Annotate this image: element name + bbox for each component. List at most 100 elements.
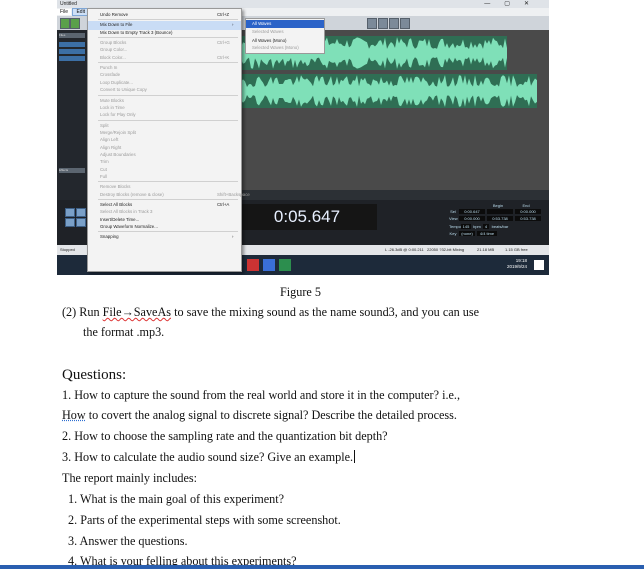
clock-date: 2019/9/24 [506, 264, 527, 269]
status-size: 21.18 MB [477, 247, 495, 252]
view-begin[interactable]: 0:00.000 [459, 216, 485, 221]
mix-down-submenu: All Waves Selected Waves All Waves (Mono… [245, 18, 325, 54]
window-controls[interactable]: —▢✕ [484, 0, 543, 8]
toolbar-button[interactable] [367, 18, 377, 29]
edit-menu-item[interactable]: Snapping › [88, 233, 241, 241]
edit-menu-item[interactable]: Destroy Blocks (remove & close) Shift+Bac… [88, 191, 250, 199]
question-2: 2. How to choose the sampling rate and t… [62, 429, 388, 443]
edit-menu-item[interactable]: Convert to Unique Copy [88, 86, 241, 94]
report-intro: The report mainly includes: [62, 471, 198, 485]
menu-item-label: Destroy Blocks (remove & close) [100, 191, 164, 197]
play-button[interactable] [65, 208, 75, 217]
menu-item-label: Full [100, 174, 108, 179]
waveform-track-2[interactable] [207, 74, 537, 108]
view-end[interactable]: 0:53.738 [487, 216, 513, 221]
menu-item-shortcut: Ctrl+Z [217, 12, 230, 17]
close-icon[interactable]: ✕ [524, 1, 543, 7]
menu-item-label: Undo Remove [100, 12, 129, 17]
menu-separator [98, 19, 238, 21]
maximize-icon[interactable]: ▢ [504, 1, 524, 7]
menu-separator [98, 231, 238, 233]
question-3: 3. How to calculate the audio sound size… [62, 449, 356, 465]
system-clock[interactable]: 19:18 2019/9/24 [507, 258, 527, 270]
menu-item-label: Lock for Play Only [100, 112, 136, 118]
selection-info: Begin End Sel 0:00.647 0:00.000 View 0:0… [449, 203, 545, 243]
tempo-label: Tempo [449, 224, 462, 229]
time-signature-select[interactable]: 4/4 time [477, 231, 497, 236]
toolbar-button[interactable] [389, 18, 399, 29]
notification-icon[interactable] [534, 260, 544, 270]
info-header: Begin [492, 203, 504, 208]
info-label: Sel [450, 209, 456, 214]
beats-unit: beats/bar [491, 224, 509, 229]
step-2-menu-path: File→SaveAs [102, 305, 172, 319]
window-bottom-border [0, 565, 644, 569]
menu-separator [98, 119, 238, 121]
sel-begin[interactable]: 0:00.647 [459, 209, 485, 214]
menu-separator [98, 62, 238, 64]
menu-item-label: Snapping [100, 234, 119, 240]
tempo-unit: bpm [473, 224, 481, 229]
file-list-item[interactable] [59, 56, 85, 61]
info-header [541, 203, 545, 208]
question-1-rest: to covert the analog signal to discrete … [85, 408, 457, 422]
toolbar-button[interactable] [60, 18, 70, 29]
menu-item-shortcut: Shift+Backspace [217, 191, 250, 197]
beats-value[interactable]: 4 [483, 224, 489, 229]
step-2-line-1: (2) Run File→SaveAs to save the mixing s… [62, 304, 479, 320]
time-display: 0:05.647 [237, 204, 377, 230]
menu-item-label: Convert to Unique Copy [100, 87, 147, 93]
key-label: Key [449, 231, 457, 236]
question-1-line-1: 1. How to capture the sound from the rea… [62, 388, 461, 402]
menu-item-label: Group Waveform Normalize... [100, 224, 158, 230]
app-screenshot: Untitled —▢✕ File Edit Files Effects 0:0… [57, 0, 549, 275]
submenu-selected-waves[interactable]: Selected Waves [246, 28, 324, 36]
edit-menu-item[interactable]: Full [88, 173, 241, 181]
file-list-item[interactable] [59, 49, 85, 54]
window-titlebar: Untitled —▢✕ [57, 0, 549, 8]
menu-file[interactable]: File [57, 9, 72, 15]
step-2-rest: to save the mixing sound as the name sou… [171, 305, 480, 319]
menu-item-label: Block Color... [100, 54, 126, 60]
edit-menu-item[interactable]: Mix Down to Empty Track 3 (Bounce) [88, 29, 241, 37]
info-label: View [449, 216, 458, 221]
sel-length[interactable]: 0:00.000 [515, 209, 541, 214]
toolbar-button[interactable] [400, 18, 410, 29]
panel-tab-effects[interactable]: Effects [59, 168, 85, 173]
file-list-item[interactable] [59, 42, 85, 47]
panel-tab-files[interactable]: Files [59, 33, 85, 38]
app-icon[interactable] [279, 259, 291, 271]
menu-item-shortcut: Ctrl+K [217, 54, 230, 60]
app-icon[interactable] [263, 259, 275, 271]
edit-menu-item[interactable]: Block Color... Ctrl+K [88, 54, 241, 62]
app-icon[interactable] [247, 259, 259, 271]
menu-separator [98, 181, 238, 183]
sel-end[interactable] [487, 209, 513, 214]
view-length[interactable]: 0:53.738 [515, 216, 541, 221]
menu-separator [98, 94, 238, 96]
report-item-3: 3. Answer the questions. [68, 534, 188, 548]
window-title: Untitled [60, 1, 77, 7]
toolbar-button[interactable] [378, 18, 388, 29]
edit-menu-item[interactable]: Undo Remove Ctrl+Z [88, 11, 241, 19]
status-state: Stopped [60, 247, 75, 252]
report-item-2: 2. Parts of the experimental steps with … [68, 513, 341, 527]
stop-button[interactable] [76, 208, 86, 217]
question-1-how: How [62, 408, 86, 422]
tempo-value[interactable]: 145 [461, 224, 471, 229]
rewind-button[interactable] [65, 218, 75, 227]
question-1-line-2: How to covert the analog signal to discr… [62, 407, 457, 423]
menu-item-label: Mix Down to Empty Track 3 (Bounce) [100, 29, 173, 35]
submenu-all-waves[interactable]: All Waves [246, 20, 324, 28]
step-2-line-2: the format .mp3. [83, 325, 165, 339]
submenu-selected-waves-mono[interactable]: Selected Waves (Mono) [246, 44, 324, 52]
forward-button[interactable] [76, 218, 86, 227]
edit-menu-item[interactable]: Lock for Play Only [88, 111, 241, 119]
toolbar-button[interactable] [70, 18, 80, 29]
waveform-icon [207, 75, 537, 107]
minimize-icon[interactable]: — [484, 1, 504, 7]
edit-menu-item[interactable]: Group Waveform Normalize... [88, 223, 241, 231]
questions-heading: Questions: [62, 367, 127, 383]
status-free: 1.15 GB free [505, 247, 528, 252]
key-select[interactable]: (none) [459, 231, 475, 236]
